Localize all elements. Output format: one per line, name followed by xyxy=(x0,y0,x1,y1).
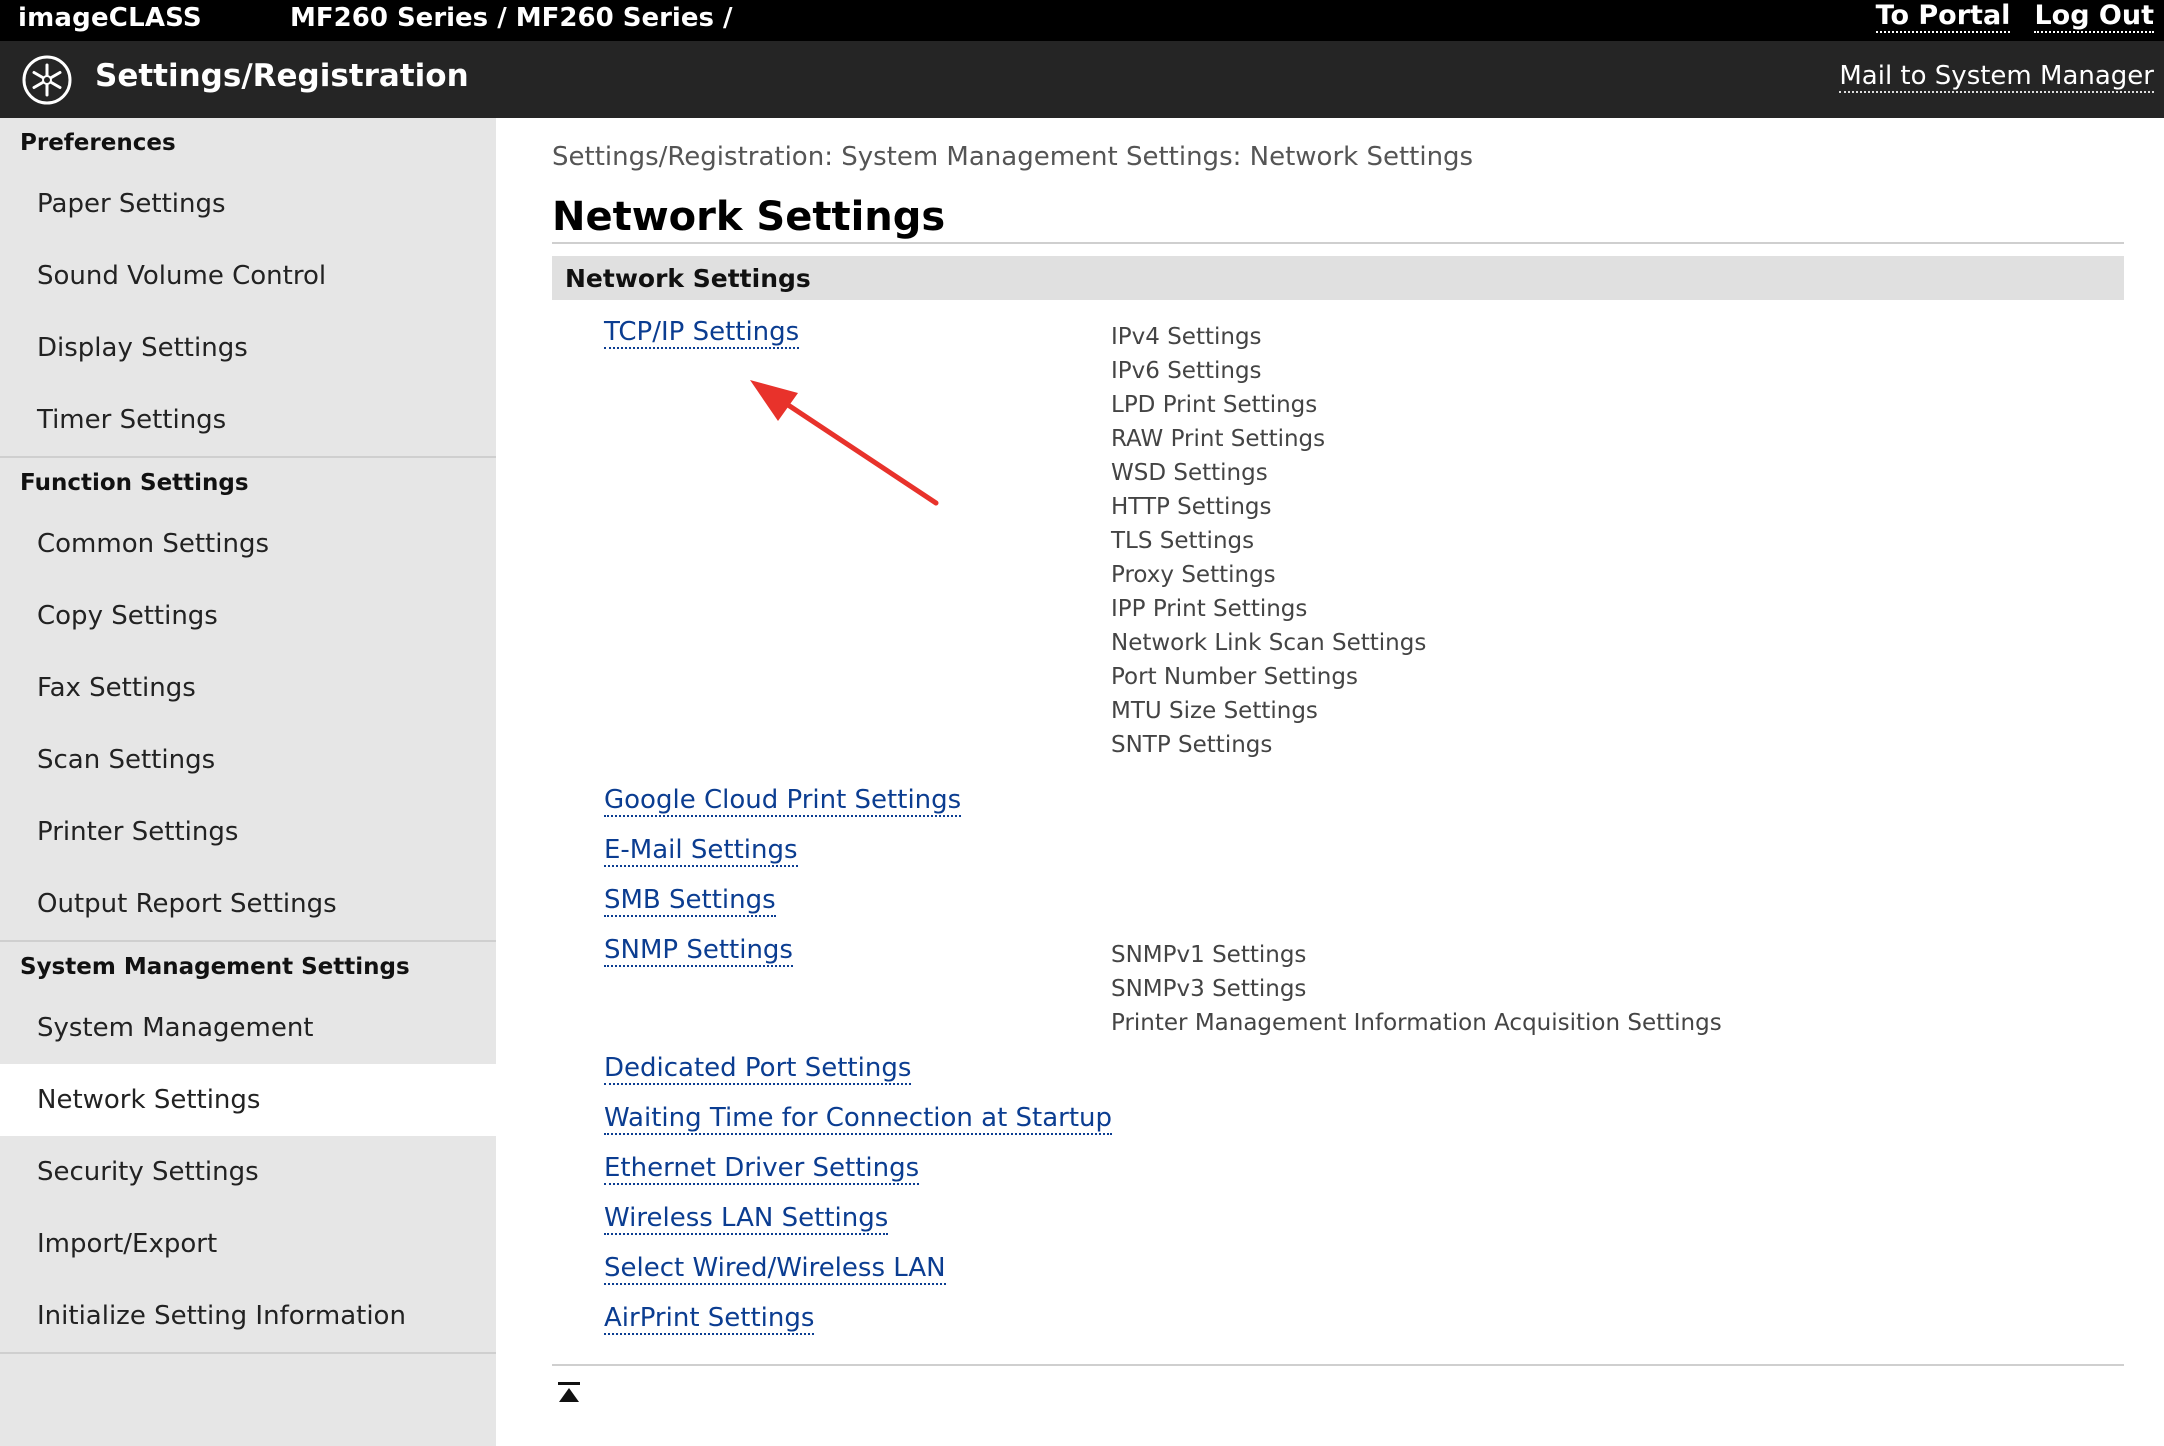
sidebar-item-security-settings[interactable]: Security Settings xyxy=(0,1136,496,1208)
sub-item: RAW Print Settings xyxy=(1111,426,1326,452)
airprint-settings-link[interactable]: AirPrint Settings xyxy=(604,1303,815,1335)
settings-row: Select Wired/Wireless LAN xyxy=(604,1252,2104,1302)
sidebar-item-timer-settings[interactable]: Timer Settings xyxy=(0,384,496,456)
tcp-ip-sub-items: IPv4 Settings IPv6 Settings LPD Print Se… xyxy=(1111,316,1426,784)
section-header: Network Settings xyxy=(552,256,2124,300)
sidebar-item-output-report-settings[interactable]: Output Report Settings xyxy=(0,868,496,940)
bottom-divider xyxy=(552,1364,2124,1366)
sidebar-item-scan-settings[interactable]: Scan Settings xyxy=(0,724,496,796)
log-out-link[interactable]: Log Out xyxy=(2034,1,2154,33)
select-wired-wireless-lan-link[interactable]: Select Wired/Wireless LAN xyxy=(604,1253,946,1285)
waiting-time-for-connection-link[interactable]: Waiting Time for Connection at Startup xyxy=(604,1103,1113,1135)
sidebar-item-common-settings[interactable]: Common Settings xyxy=(0,508,496,580)
google-cloud-print-settings-link[interactable]: Google Cloud Print Settings xyxy=(604,785,962,817)
sub-item: Proxy Settings xyxy=(1111,562,1276,588)
sidebar-item-copy-settings[interactable]: Copy Settings xyxy=(0,580,496,652)
settings-row: Wireless LAN Settings xyxy=(604,1202,2104,1252)
settings-row: E-Mail Settings xyxy=(604,834,2104,884)
sub-item: TLS Settings xyxy=(1111,528,1255,554)
sidebar-group-title: Preferences xyxy=(20,130,176,156)
sidebar-group-preferences: Preferences Paper Settings Sound Volume … xyxy=(0,118,496,458)
breadcrumb: Settings/Registration: System Management… xyxy=(552,142,1474,172)
sub-item: IPv6 Settings xyxy=(1111,358,1262,384)
sub-item: WSD Settings xyxy=(1111,460,1268,486)
snmp-settings-link[interactable]: SNMP Settings xyxy=(604,935,793,967)
settings-row: Ethernet Driver Settings xyxy=(604,1152,2104,1202)
settings-row: Waiting Time for Connection at Startup xyxy=(604,1102,2104,1152)
sub-item: IPP Print Settings xyxy=(1111,596,1308,622)
sub-item: SNMPv3 Settings xyxy=(1111,976,1307,1002)
mail-to-system-manager-link[interactable]: Mail to System Manager xyxy=(1839,61,2154,93)
sidebar-item-fax-settings[interactable]: Fax Settings xyxy=(0,652,496,724)
sub-item: SNMPv1 Settings xyxy=(1111,942,1307,968)
header-title: Settings/Registration xyxy=(95,58,469,94)
sub-item: IPv4 Settings xyxy=(1111,324,1262,350)
sidebar-group-title: System Management Settings xyxy=(20,954,410,980)
ethernet-driver-settings-link[interactable]: Ethernet Driver Settings xyxy=(604,1153,920,1185)
sub-item: LPD Print Settings xyxy=(1111,392,1318,418)
sub-item: Network Link Scan Settings xyxy=(1111,630,1427,656)
settings-row: SMB Settings xyxy=(604,884,2104,934)
sidebar-item-initialize-setting-information[interactable]: Initialize Setting Information xyxy=(0,1280,496,1352)
to-portal-link[interactable]: To Portal xyxy=(1875,1,2011,33)
settings-row: SNMP Settings SNMPv1 Settings SNMPv3 Set… xyxy=(604,934,2104,1052)
sidebar-group-title: Function Settings xyxy=(20,470,249,496)
sub-item: Port Number Settings xyxy=(1111,664,1358,690)
settings-star-icon xyxy=(22,55,72,105)
title-divider xyxy=(552,242,2124,244)
sidebar-item-system-management[interactable]: System Management xyxy=(0,992,496,1064)
smb-settings-link[interactable]: SMB Settings xyxy=(604,885,776,917)
sidebar-item-network-settings[interactable]: Network Settings xyxy=(0,1064,496,1136)
sidebar-item-paper-settings[interactable]: Paper Settings xyxy=(0,168,496,240)
red-arrow-icon xyxy=(750,380,939,506)
sidebar-item-sound-volume-control[interactable]: Sound Volume Control xyxy=(0,240,496,312)
page-title: Network Settings xyxy=(552,194,946,240)
tcp-ip-settings-link[interactable]: TCP/IP Settings xyxy=(604,317,800,349)
sub-item: MTU Size Settings xyxy=(1111,698,1318,724)
snmp-sub-items: SNMPv1 Settings SNMPv3 Settings Printer … xyxy=(1111,934,1722,1052)
sub-item: SNTP Settings xyxy=(1111,732,1273,758)
sidebar-item-printer-settings[interactable]: Printer Settings xyxy=(0,796,496,868)
brand-name: imageCLASS xyxy=(18,3,202,33)
settings-header: Settings/Registration Mail to System Man… xyxy=(0,41,2164,118)
top-bar: imageCLASS MF260 Series / MF260 Series /… xyxy=(0,0,2164,41)
sidebar-item-display-settings[interactable]: Display Settings xyxy=(0,312,496,384)
wireless-lan-settings-link[interactable]: Wireless LAN Settings xyxy=(604,1203,889,1235)
settings-row: AirPrint Settings xyxy=(604,1302,2104,1352)
sidebar-group-function-settings: Function Settings Common Settings Copy S… xyxy=(0,458,496,942)
sidebar: Preferences Paper Settings Sound Volume … xyxy=(0,118,496,1446)
back-to-top-icon[interactable] xyxy=(556,1380,582,1406)
email-settings-link[interactable]: E-Mail Settings xyxy=(604,835,798,867)
sub-item: Printer Management Information Acquisiti… xyxy=(1111,1010,1722,1036)
settings-row: Dedicated Port Settings xyxy=(604,1052,2104,1102)
dedicated-port-settings-link[interactable]: Dedicated Port Settings xyxy=(604,1053,912,1085)
settings-row: Google Cloud Print Settings xyxy=(604,784,2104,834)
model-path: MF260 Series / MF260 Series / xyxy=(290,3,733,33)
sidebar-group-system-management-settings: System Management Settings System Manage… xyxy=(0,942,496,1354)
top-links: To Portal Log Out xyxy=(1875,1,2154,33)
sidebar-item-import-export[interactable]: Import/Export xyxy=(0,1208,496,1280)
sub-item: HTTP Settings xyxy=(1111,494,1272,520)
